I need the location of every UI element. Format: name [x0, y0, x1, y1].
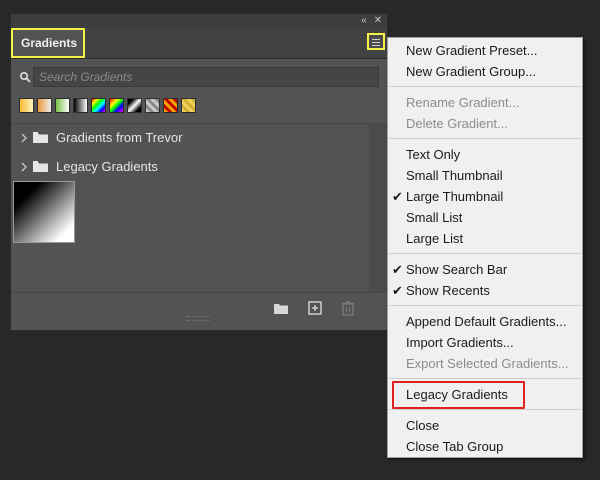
- recent-swatch[interactable]: [55, 98, 70, 113]
- chevron-right-icon[interactable]: [20, 132, 28, 144]
- menu-separator: [389, 305, 581, 306]
- folder-icon: [33, 132, 48, 143]
- new-group-folder-icon[interactable]: [273, 300, 289, 316]
- collapse-double-chevron-icon[interactable]: «: [357, 14, 371, 28]
- recent-swatch[interactable]: [145, 98, 160, 113]
- panel-title-bar[interactable]: « ✕: [11, 14, 387, 28]
- resize-grip[interactable]: [187, 316, 209, 321]
- menu-separator: [389, 409, 581, 410]
- menu-item-close[interactable]: Close: [388, 416, 582, 436]
- recent-swatch[interactable]: [109, 98, 124, 113]
- menu-item-text-only[interactable]: Text Only: [388, 145, 582, 165]
- menu-separator: [389, 378, 581, 379]
- group-label: Gradients from Trevor: [56, 130, 183, 145]
- recent-swatch[interactable]: [91, 98, 106, 113]
- panel-menu-button[interactable]: [367, 33, 385, 50]
- panel-tab-row: Gradients: [11, 28, 387, 59]
- recent-swatch[interactable]: [19, 98, 34, 113]
- menu-item-close-tab-group[interactable]: Close Tab Group: [388, 437, 582, 457]
- recent-swatch[interactable]: [181, 98, 196, 113]
- panel-flyout-menu: New Gradient Preset... New Gradient Grou…: [387, 37, 583, 458]
- menu-item-small-thumbnail[interactable]: Small Thumbnail: [388, 166, 582, 186]
- checkmark-icon: ✔: [392, 262, 403, 277]
- panel-footer: [11, 292, 387, 323]
- new-gradient-icon[interactable]: [307, 300, 323, 316]
- folder-icon: [33, 161, 48, 172]
- menu-item-large-list[interactable]: Large List: [388, 229, 582, 249]
- menu-separator: [389, 86, 581, 87]
- menu-separator: [389, 138, 581, 139]
- menu-item-large-thumbnail[interactable]: ✔ Large Thumbnail: [388, 187, 582, 207]
- menu-item-show-search-bar[interactable]: ✔ Show Search Bar: [388, 260, 582, 280]
- delete-trash-icon[interactable]: [340, 300, 356, 316]
- close-icon[interactable]: ✕: [371, 14, 385, 28]
- recent-swatch[interactable]: [127, 98, 142, 113]
- gradients-panel: « ✕ Gradients Search Gradients Gradients…: [10, 13, 388, 331]
- menu-item-export-selected-gradients: Export Selected Gradients...: [406, 356, 569, 371]
- group-row-gradients-from-trevor[interactable]: Gradients from Trevor: [11, 124, 369, 152]
- group-label: Legacy Gradients: [56, 159, 158, 174]
- menu-item-rename-gradient: Rename Gradient...: [406, 95, 520, 110]
- menu-item-show-recents[interactable]: ✔ Show Recents: [388, 281, 582, 301]
- scrollbar[interactable]: [369, 123, 387, 292]
- recent-swatch[interactable]: [73, 98, 88, 113]
- menu-item-new-gradient-group[interactable]: New Gradient Group...: [388, 62, 582, 82]
- menu-item-new-gradient-preset[interactable]: New Gradient Preset...: [388, 41, 582, 61]
- group-row-legacy-gradients[interactable]: Legacy Gradients: [11, 153, 369, 181]
- tab-gradients[interactable]: Gradients: [11, 28, 85, 58]
- search-input[interactable]: [34, 68, 378, 86]
- menu-separator: [389, 253, 581, 254]
- chevron-right-icon[interactable]: [20, 161, 28, 173]
- search-icon: [19, 71, 31, 83]
- recent-swatch[interactable]: [37, 98, 52, 113]
- menu-item-append-default-gradients[interactable]: Append Default Gradients...: [388, 312, 582, 332]
- search-gradients-field[interactable]: [33, 67, 379, 87]
- gradient-thumbnail[interactable]: [13, 181, 75, 243]
- menu-item-import-gradients[interactable]: Import Gradients...: [388, 333, 582, 353]
- checkmark-icon: ✔: [392, 189, 403, 204]
- recent-swatch[interactable]: [163, 98, 178, 113]
- menu-item-delete-gradient: Delete Gradient...: [406, 116, 508, 131]
- checkmark-icon: ✔: [392, 283, 403, 298]
- highlight-box: [392, 381, 525, 409]
- menu-item-small-list[interactable]: Small List: [388, 208, 582, 228]
